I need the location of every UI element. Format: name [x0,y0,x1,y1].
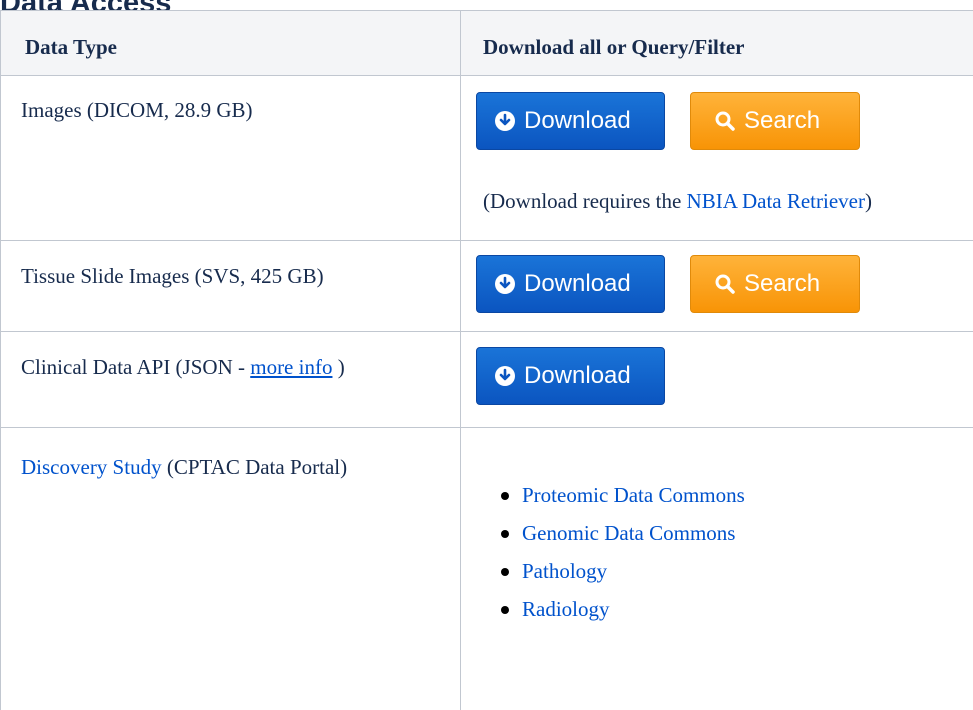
nbia-note-suffix: ) [864,189,872,213]
discovery-links-list: Proteomic Data Commons Genomic Data Comm… [501,476,745,628]
radiology-link[interactable]: Radiology [522,597,610,621]
clinical-label-suffix: ) [332,355,345,379]
table-border-left [0,10,1,710]
bullet-dot [501,492,509,500]
images-download-button[interactable]: Download [476,92,665,150]
slides-search-button[interactable]: Search [690,255,860,313]
magnifier-icon [715,274,735,294]
list-item: Genomic Data Commons [501,514,745,552]
bullet-dot [501,606,509,614]
row-clinical-label: Clinical Data API (JSON - more info ) [21,354,345,380]
pathology-link[interactable]: Pathology [522,559,607,583]
table-border-top [0,10,973,11]
download-label: Download [524,270,631,297]
list-item: Radiology [501,590,745,628]
circle-arrow-down-icon [495,274,515,294]
circle-arrow-down-icon [495,366,515,386]
discovery-label-suffix: (CPTAC Data Portal) [161,455,348,479]
download-label: Download [524,362,631,389]
download-label: Download [524,107,631,134]
nbia-data-retriever-link[interactable]: NBIA Data Retriever [687,189,865,213]
slides-download-button[interactable]: Download [476,255,665,313]
list-item: Pathology [501,552,745,590]
list-item: Proteomic Data Commons [501,476,745,514]
row-divider [0,240,973,241]
discovery-study-link[interactable]: Discovery Study [21,455,162,479]
search-label: Search [744,107,821,134]
column-header-download: Download all or Query/Filter [483,35,745,59]
images-search-button[interactable]: Search [690,92,860,150]
genomic-data-commons-link[interactable]: Genomic Data Commons [522,521,735,545]
row-slides-label: Tissue Slide Images (SVS, 425 GB) [21,264,324,288]
magnifier-icon [715,111,735,131]
search-label: Search [744,270,821,297]
bullet-dot [501,530,509,538]
column-header-data-type: Data Type [25,35,117,59]
circle-arrow-down-icon [495,111,515,131]
proteomic-data-commons-link[interactable]: Proteomic Data Commons [522,483,745,507]
more-info-link[interactable]: more info [250,355,332,379]
nbia-note-prefix: (Download requires the [483,189,687,213]
clinical-label-prefix: Clinical Data API (JSON - [21,355,251,379]
clinical-download-button[interactable]: Download [476,347,665,405]
column-divider [460,10,461,710]
nbia-note: (Download requires the NBIA Data Retriev… [483,188,872,214]
row-divider [0,427,973,428]
data-access-table: Data Type Download all or Query/Filter I… [0,10,973,710]
row-divider [0,331,973,332]
row-divider [0,75,973,76]
bullet-dot [501,568,509,576]
row-images-label: Images (DICOM, 28.9 GB) [21,98,253,122]
row-discovery-label: Discovery Study (CPTAC Data Portal) [21,454,347,480]
